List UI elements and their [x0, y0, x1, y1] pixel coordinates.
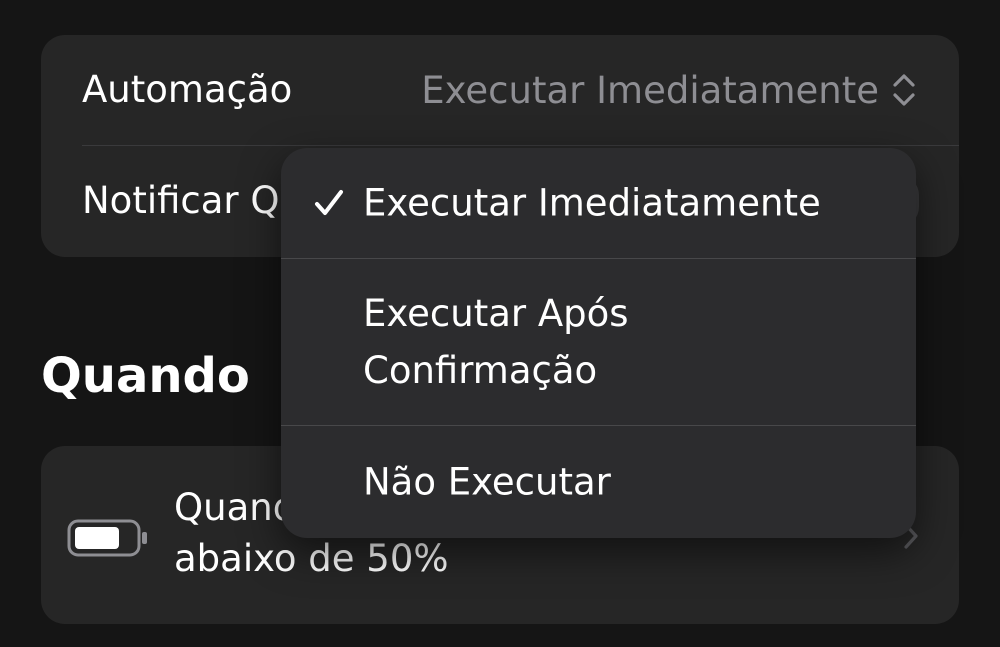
trigger-line-2: abaixo de 50% — [174, 537, 449, 580]
menu-item-run-immediately[interactable]: Executar Imediatamente — [281, 148, 916, 258]
menu-item-label: Executar Após Confirmação — [363, 292, 629, 392]
menu-item-do-not-run[interactable]: Não Executar — [281, 426, 916, 538]
checkmark-icon — [315, 190, 343, 215]
battery-icon — [67, 519, 147, 557]
automation-popup-button[interactable]: Executar Imediatamente — [421, 35, 917, 145]
notify-label: Notificar Q — [82, 179, 280, 222]
menu-item-label: Executar Imediatamente — [363, 181, 821, 225]
chevron-up-down-icon — [893, 74, 915, 106]
automation-row[interactable]: Automação Executar Imediatamente — [41, 35, 959, 145]
automation-label: Automação — [82, 68, 293, 111]
section-title: Quando — [41, 348, 250, 404]
automation-options-menu: Executar Imediatamente Executar Após Con… — [281, 148, 916, 538]
menu-item-run-after-confirmation[interactable]: Executar Após Confirmação — [281, 259, 916, 425]
menu-item-label: Não Executar — [363, 460, 611, 504]
automation-settings-screen: Automação Executar Imediatamente Notific… — [0, 0, 1000, 647]
automation-value: Executar Imediatamente — [421, 68, 879, 112]
